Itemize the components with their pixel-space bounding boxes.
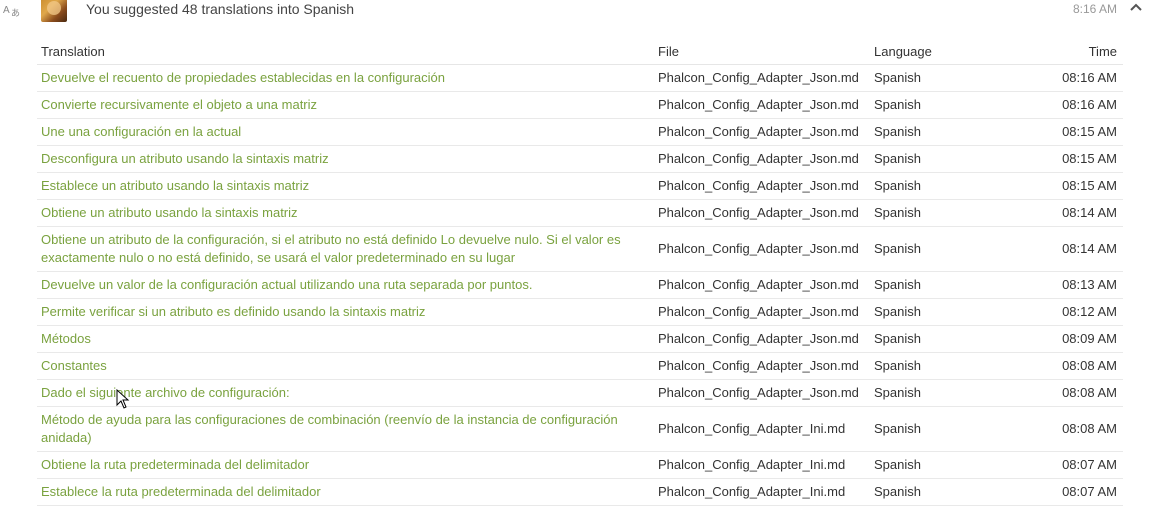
svg-text:あ: あ [11, 8, 20, 18]
time-cell: 08:07 AM [1008, 451, 1123, 479]
column-header-translation: Translation [37, 38, 654, 65]
time-cell: 08:16 AM [1008, 64, 1123, 92]
translation-link[interactable]: Método de ayuda para las configuraciones… [41, 412, 618, 445]
language-cell: Spanish [870, 352, 1008, 380]
language-cell: Spanish [870, 271, 1008, 299]
language-cell: Spanish [870, 172, 1008, 200]
time-cell: 08:16 AM [1008, 91, 1123, 119]
language-cell: Spanish [870, 298, 1008, 326]
language-cell: Spanish [870, 91, 1008, 119]
file-cell: Phalcon_Config_Adapter_Json.md [654, 64, 870, 92]
column-header-file: File [654, 38, 870, 65]
language-cell: Spanish [870, 451, 1008, 479]
table-row: Dado el siguiente archivo de configuraci… [37, 379, 1123, 407]
table-row: Método de ayuda para las configuraciones… [37, 406, 1123, 452]
table-row: Convierte recursivamente el objeto a una… [37, 91, 1123, 119]
translation-link[interactable]: Constantes [41, 358, 107, 373]
translation-link[interactable]: Establece la ruta predeterminada del del… [41, 484, 321, 499]
translation-link[interactable]: Dado el siguiente archivo de configuraci… [41, 385, 290, 400]
time-cell: 08:14 AM [1008, 226, 1123, 272]
table-row: Constantes Phalcon_Config_Adapter_Json.m… [37, 352, 1123, 380]
language-cell: Spanish [870, 64, 1008, 92]
translation-link[interactable]: Desconfigura un atributo usando la sinta… [41, 151, 329, 166]
table-row: Obtiene un atributo de la configuración,… [37, 226, 1123, 272]
file-cell: Phalcon_Config_Adapter_Ini.md [654, 451, 870, 479]
table-row: Establece un atributo usando la sintaxis… [37, 172, 1123, 200]
table-row: Permite verificar si un atributo es defi… [37, 298, 1123, 326]
time-cell: 08:15 AM [1008, 172, 1123, 200]
file-cell: Phalcon_Config_Adapter_Json.md [654, 379, 870, 407]
table-header-row: Translation File Language Time [37, 38, 1123, 65]
file-cell: Phalcon_Config_Adapter_Ini.md [654, 406, 870, 452]
translation-link[interactable]: Obtiene un atributo de la configuración,… [41, 232, 621, 265]
file-cell: Phalcon_Config_Adapter_Json.md [654, 91, 870, 119]
table-row: Obtiene la ruta predeterminada del delim… [37, 451, 1123, 479]
time-cell: 08:09 AM [1008, 325, 1123, 353]
time-cell: 08:13 AM [1008, 271, 1123, 299]
file-cell: Phalcon_Config_Adapter_Json.md [654, 226, 870, 272]
file-cell: Phalcon_Config_Adapter_Ini.md [654, 478, 870, 506]
time-cell: 08:08 AM [1008, 352, 1123, 380]
language-cell: Spanish [870, 118, 1008, 146]
translation-link[interactable]: Devuelve un valor de la configuración ac… [41, 277, 532, 292]
translation-link[interactable]: Convierte recursivamente el objeto a una… [41, 97, 317, 112]
file-cell: Phalcon_Config_Adapter_Json.md [654, 352, 870, 380]
time-cell: 08:15 AM [1008, 118, 1123, 146]
time-cell: 08:08 AM [1008, 379, 1123, 407]
file-cell: Phalcon_Config_Adapter_Json.md [654, 271, 870, 299]
translation-link[interactable]: Devuelve el recuento de propiedades esta… [41, 70, 445, 85]
file-cell: Phalcon_Config_Adapter_Json.md [654, 325, 870, 353]
file-cell: Phalcon_Config_Adapter_Json.md [654, 298, 870, 326]
language-cell: Spanish [870, 325, 1008, 353]
activity-summary: You suggested 48 translations into Spani… [86, 1, 355, 17]
file-cell: Phalcon_Config_Adapter_Json.md [654, 199, 870, 227]
time-cell: 08:08 AM [1008, 406, 1123, 452]
language-cell: Spanish [870, 145, 1008, 173]
chevron-up-icon[interactable] [1129, 2, 1143, 12]
time-cell: 08:14 AM [1008, 199, 1123, 227]
column-header-time: Time [1008, 38, 1123, 65]
table-row: Desconfigura un atributo usando la sinta… [37, 145, 1123, 173]
translation-link[interactable]: Une una configuración en la actual [41, 124, 241, 139]
translation-link[interactable]: Establece un atributo usando la sintaxis… [41, 178, 309, 193]
translation-link[interactable]: Obtiene un atributo usando la sintaxis m… [41, 205, 298, 220]
table-row: Obtiene un atributo usando la sintaxis m… [37, 199, 1123, 227]
activity-time: 8:16 AM [1072, 2, 1117, 16]
translation-link[interactable]: Obtiene la ruta predeterminada del delim… [41, 457, 309, 472]
table-row: Devuelve un valor de la configuración ac… [37, 271, 1123, 299]
file-cell: Phalcon_Config_Adapter_Json.md [654, 118, 870, 146]
table-row: Establece la ruta predeterminada del del… [37, 478, 1123, 506]
translations-table: Translation File Language Time Devuelve … [37, 38, 1123, 506]
language-cell: Spanish [870, 478, 1008, 506]
table-row: Une una configuración en la actual Phalc… [37, 118, 1123, 146]
table-row: Métodos Phalcon_Config_Adapter_Json.md S… [37, 325, 1123, 353]
language-cell: Spanish [870, 226, 1008, 272]
user-avatar[interactable] [41, 0, 67, 22]
file-cell: Phalcon_Config_Adapter_Json.md [654, 145, 870, 173]
table-row: Devuelve el recuento de propiedades esta… [37, 64, 1123, 92]
language-cell: Spanish [870, 199, 1008, 227]
mouse-pointer-icon [116, 389, 130, 409]
translation-link[interactable]: Métodos [41, 331, 91, 346]
language-cell: Spanish [870, 379, 1008, 407]
translation-link[interactable]: Permite verificar si un atributo es defi… [41, 304, 425, 319]
time-cell: 08:12 AM [1008, 298, 1123, 326]
time-cell: 08:15 AM [1008, 145, 1123, 173]
language-cell: Spanish [870, 406, 1008, 452]
time-cell: 08:07 AM [1008, 478, 1123, 506]
file-cell: Phalcon_Config_Adapter_Json.md [654, 172, 870, 200]
translate-icon: A あ [3, 5, 20, 18]
column-header-language: Language [870, 38, 1008, 65]
svg-text:A: A [3, 5, 10, 16]
